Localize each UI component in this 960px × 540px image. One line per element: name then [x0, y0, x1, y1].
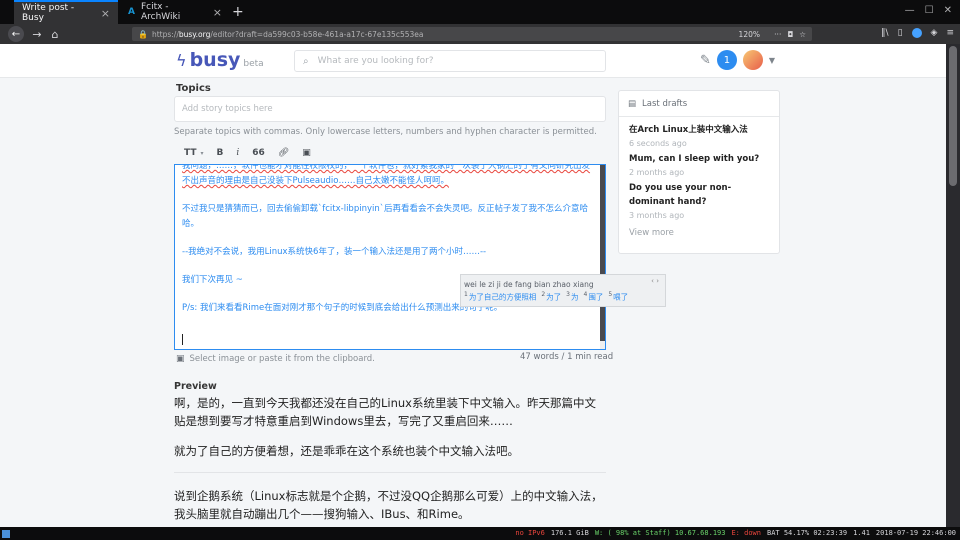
- ime-candidates: 1为了自己的方便照相 2为了 3为 4围了 5喂了: [464, 291, 628, 303]
- topics-input[interactable]: [182, 104, 582, 114]
- page-scroll-thumb[interactable]: [949, 46, 957, 186]
- ime-candidate-popup: wei le zi ji de fang bian zhao xiang ‹ ›…: [460, 274, 666, 307]
- preview-paragraph: 就为了自己的方便着想，还是乖乖在这个系统也装个中文输入法吧。: [174, 444, 519, 458]
- window-controls: — ☐ ✕: [905, 5, 952, 16]
- toolbar-right: ‖\ ▯ ◈ ≡: [881, 28, 954, 38]
- topics-field: [174, 96, 606, 122]
- write-icon[interactable]: ✎: [700, 53, 711, 68]
- close-icon[interactable]: ×: [101, 7, 110, 20]
- library-icon[interactable]: ‖\: [881, 28, 889, 38]
- maximize-icon[interactable]: ☐: [925, 5, 934, 16]
- status-clock: 2018-07-19 22:46:00: [875, 529, 956, 537]
- view-more-link[interactable]: View more: [619, 228, 779, 238]
- status-wifi: W: ( 98% at Staff) 10.67.68.193: [594, 529, 726, 537]
- page-content: ϟ busy beta ⌕ ✎ 1 ▼ Topics Separate topi…: [0, 44, 946, 527]
- system-status-bar: no IPv6 176.1 GiB W: ( 98% at Staff) 10.…: [0, 527, 960, 540]
- close-icon[interactable]: ×: [213, 6, 222, 19]
- ime-candidate[interactable]: 4围了: [583, 291, 603, 303]
- status-disk: 176.1 GiB: [550, 529, 589, 537]
- status-ethernet: E: down: [731, 529, 761, 537]
- editor-scroll-thumb[interactable]: [600, 165, 605, 341]
- picture-icon: ▣: [176, 354, 185, 364]
- tab-title: Fcitx - ArchWiki: [140, 2, 181, 22]
- status-ipv6: no IPv6: [515, 529, 545, 537]
- page-scrollbar[interactable]: [946, 44, 960, 527]
- busy-logo[interactable]: ϟ busy beta: [176, 49, 264, 71]
- archwiki-favicon-icon: A: [128, 7, 135, 17]
- pocket-icon[interactable]: ◘: [787, 30, 793, 39]
- url-text: https://busy.org/editor?draft=da599c03-b…: [151, 29, 424, 39]
- back-button[interactable]: ←: [8, 26, 24, 42]
- ime-candidate[interactable]: 2为了: [541, 291, 561, 303]
- search-icon: ⌕: [303, 55, 309, 67]
- forward-button[interactable]: →: [28, 28, 46, 41]
- home-button[interactable]: ⌂: [46, 28, 64, 41]
- draft-item[interactable]: 在Arch Linux上装中文输入法 6 seconds ago: [619, 123, 779, 150]
- tab-write-post[interactable]: Write post - Busy ×: [14, 0, 118, 24]
- editor-scrollbar[interactable]: [600, 165, 605, 349]
- image-upload-hint[interactable]: ▣ Select image or paste it from the clip…: [176, 354, 375, 364]
- workspace-indicator[interactable]: [2, 529, 10, 538]
- lock-icon: 🔒: [138, 29, 148, 39]
- post-body-editor[interactable]: 我问题，……，软件也能才对能往权限权的，一个软件包，就好累我家的一次装了大锅汇的…: [174, 164, 606, 350]
- sidebar-icon[interactable]: ▯: [898, 28, 903, 38]
- tab-fcitx-archwiki[interactable]: A Fcitx - ArchWiki ×: [120, 0, 230, 24]
- topics-label: Topics: [176, 83, 211, 94]
- close-window-icon[interactable]: ✕: [944, 5, 952, 16]
- search-input[interactable]: [317, 56, 578, 66]
- image-icon[interactable]: ▣: [302, 148, 311, 158]
- preview-paragraph: 说到企鹅系统（Linux标志就是个企鹅，不过没QQ企鹅那么可爱）上的中文输入法，…: [174, 489, 603, 521]
- editor-toolbar: TT ▾ B i 66 🔗︎ ▣: [174, 142, 606, 164]
- draft-item[interactable]: Mum, can I sleep with you? 2 months ago: [619, 152, 779, 179]
- status-battery: BAT 54.17% 02:23:39: [766, 529, 848, 537]
- extension-shield-icon[interactable]: ◈: [931, 28, 938, 38]
- editor-paragraph: --我绝对不会说，我用Linux系统快6年了，装一个输入法还是用了两个小时……-…: [182, 247, 487, 257]
- italic-button[interactable]: i: [236, 148, 239, 158]
- bookmark-star-icon[interactable]: ☆: [799, 30, 806, 39]
- new-tab-button[interactable]: +: [232, 4, 244, 20]
- word-count: 47 words / 1 min read: [520, 352, 614, 362]
- chevron-down-icon[interactable]: ▼: [769, 56, 775, 65]
- status-load: 1.41: [853, 529, 870, 537]
- header-actions: ✎ 1 ▼: [700, 50, 775, 70]
- bold-button[interactable]: B: [217, 148, 224, 158]
- drafts-icon: ▤: [628, 98, 637, 109]
- chevron-down-icon: ▾: [200, 149, 204, 157]
- ime-page-arrows-icon[interactable]: ‹ ›: [651, 277, 659, 285]
- avatar[interactable]: [742, 50, 763, 70]
- zoom-level[interactable]: 120%: [739, 30, 760, 39]
- page-actions-icon[interactable]: ···: [774, 30, 781, 39]
- notification-badge[interactable]: 1: [716, 50, 737, 70]
- search-box: ⌕: [294, 50, 606, 72]
- ime-pinyin: wei le zi ji de fang bian zhao xiang: [464, 280, 594, 289]
- preview-paragraph: 啊，是的，一直到今天我都还没在自己的Linux系统里装下中文输入。昨天那篇中文贴…: [174, 396, 596, 428]
- preview-content: 啊，是的，一直到今天我都还没在自己的Linux系统里装下中文输入。昨天那篇中文贴…: [174, 394, 606, 527]
- browser-tab-bar: Write post - Busy × A Fcitx - ArchWiki ×…: [0, 0, 960, 24]
- minimize-icon[interactable]: —: [905, 5, 915, 16]
- draft-item[interactable]: Do you use your non-dominant hand? 3 mon…: [619, 181, 779, 222]
- extension-icon[interactable]: [911, 28, 922, 38]
- url-bar[interactable]: 🔒 https://busy.org/editor?draft=da599c03…: [132, 27, 812, 41]
- tab-title: Write post - Busy: [22, 3, 75, 23]
- menu-icon[interactable]: ≡: [946, 28, 954, 38]
- status-items: no IPv6 176.1 GiB W: ( 98% at Staff) 10.…: [515, 529, 956, 537]
- ime-candidate[interactable]: 1为了自己的方便照相: [464, 291, 536, 303]
- urlbar-actions: ··· ◘ ☆: [774, 30, 806, 39]
- heading-button[interactable]: TT ▾: [184, 148, 204, 158]
- ime-candidate[interactable]: 5喂了: [608, 291, 628, 303]
- bolt-icon: ϟ: [176, 51, 187, 70]
- site-header: ϟ busy beta ⌕ ✎ 1 ▼: [0, 44, 946, 78]
- link-icon[interactable]: 🔗︎: [278, 148, 289, 158]
- ime-candidate[interactable]: 3为: [566, 291, 578, 303]
- editor-paragraph: 我问题，……，软件也能才对能往权限权的，一个软件包，就好累我家的一次装了大锅汇的…: [182, 164, 591, 186]
- text-cursor: [182, 334, 183, 345]
- browser-nav-bar: ← → ⌂ 🔒 https://busy.org/editor?draft=da…: [0, 24, 960, 44]
- editor-paragraph: 不过我只是猜猜而已，回去偷偷卸载`fcitx-libpinyin`后再看看会不会…: [182, 204, 589, 229]
- last-drafts-header: ▤ Last drafts: [619, 91, 779, 117]
- quote-button[interactable]: 66: [252, 148, 265, 158]
- preview-label: Preview: [174, 381, 217, 392]
- preview-divider: [174, 472, 606, 473]
- last-drafts-panel: ▤ Last drafts 在Arch Linux上装中文输入法 6 secon…: [618, 90, 780, 254]
- topics-hint: Separate topics with commas. Only lowerc…: [174, 127, 597, 137]
